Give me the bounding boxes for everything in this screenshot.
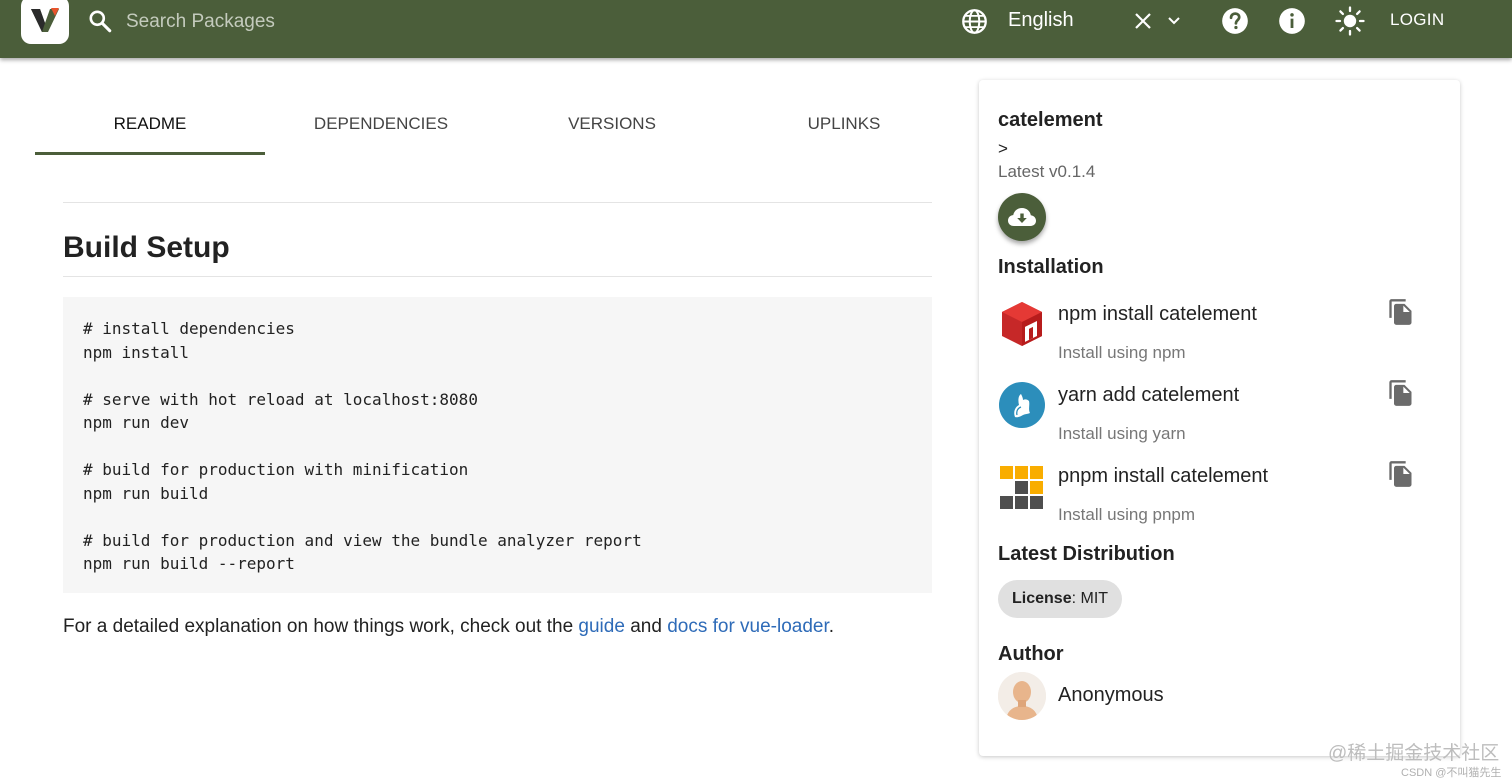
- code-line: # build for production and view the bund…: [83, 530, 642, 550]
- license-label: License: [1012, 590, 1072, 607]
- code-line: npm run build --report: [83, 554, 295, 573]
- copy-icon[interactable]: [1387, 460, 1415, 488]
- copy-icon[interactable]: [1387, 298, 1415, 326]
- search-input[interactable]: [124, 6, 728, 38]
- chevron-down-icon[interactable]: [1165, 12, 1183, 30]
- copy-icon[interactable]: [1387, 379, 1415, 407]
- watermark-small: CSDN @不叫猫先生: [1401, 767, 1502, 779]
- para-text: and: [624, 616, 668, 637]
- installation-title: Installation: [998, 256, 1104, 278]
- code-line: npm run build: [83, 483, 209, 503]
- author-name: Anonymous: [1058, 684, 1164, 706]
- cloud-download-icon: [1008, 208, 1036, 226]
- para-text: .: [828, 616, 835, 637]
- help-icon[interactable]: [1221, 7, 1249, 35]
- pnpm-install-command: pnpm install catelement: [1058, 465, 1269, 487]
- tab-versions[interactable]: VERSIONS: [497, 104, 727, 152]
- yarn-install-subtitle: Install using yarn: [1058, 424, 1186, 443]
- tab-uplinks[interactable]: UPLINKS: [729, 104, 959, 152]
- code-line: npm run dev: [83, 413, 189, 432]
- package-arrow: >: [998, 139, 1008, 158]
- readme-heading: Build Setup: [63, 231, 230, 264]
- package-name: catelement: [998, 109, 1103, 131]
- top-app-bar: English LOGIN: [0, 0, 1512, 58]
- theme-icon[interactable]: [1334, 5, 1366, 37]
- pnpm-icon: [1000, 466, 1043, 509]
- language-select-value[interactable]: English: [1008, 9, 1074, 32]
- watermark: @稀土掘金技术社区: [1328, 743, 1500, 764]
- readme-paragraph: For a detailed explanation on how things…: [63, 616, 834, 638]
- heading-divider: [63, 276, 932, 277]
- search-icon: [89, 10, 112, 33]
- code-line: # serve with hot reload at localhost:808…: [83, 389, 478, 409]
- npm-install-subtitle: Install using npm: [1058, 343, 1186, 362]
- avatar: [998, 672, 1046, 720]
- para-text: For a detailed explanation on how things…: [63, 616, 579, 637]
- npm-icon: [1002, 302, 1042, 346]
- yarn-install-command: yarn add catelement: [1058, 384, 1240, 406]
- tab-readme[interactable]: README: [35, 104, 265, 155]
- code-line: # install dependencies: [83, 319, 295, 338]
- clear-icon[interactable]: [1133, 11, 1153, 31]
- download-button[interactable]: [998, 193, 1046, 241]
- code-line: # build for production with minification: [83, 460, 469, 479]
- language-icon[interactable]: [961, 8, 988, 35]
- yarn-icon: [999, 382, 1045, 428]
- author-title: Author: [998, 643, 1064, 665]
- code-line: npm install: [83, 342, 189, 362]
- pnpm-install-subtitle: Install using pnpm: [1058, 505, 1196, 524]
- login-button[interactable]: LOGIN: [1390, 10, 1444, 30]
- tab-dependencies[interactable]: DEPENDENCIES: [266, 104, 496, 152]
- license-value: : MIT: [1071, 590, 1109, 607]
- npm-install-command: npm install catelement: [1058, 303, 1257, 325]
- license-chip: License: MIT: [998, 580, 1123, 618]
- code-block: # install dependencies npm install # ser…: [63, 297, 932, 593]
- readme-divider: [63, 202, 932, 203]
- latest-version: Latest v0.1.4: [998, 162, 1096, 181]
- docs-link[interactable]: docs for vue-loader: [667, 616, 829, 637]
- logo-icon[interactable]: [21, 0, 69, 44]
- guide-link[interactable]: guide: [578, 616, 625, 637]
- info-icon[interactable]: [1278, 7, 1306, 35]
- distribution-title: Latest Distribution: [998, 543, 1175, 565]
